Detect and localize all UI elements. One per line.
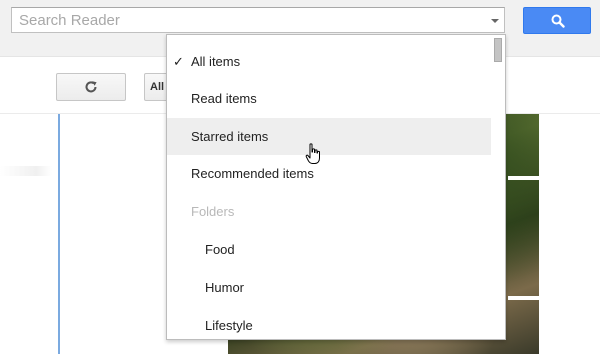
- menu-item-folder-humor[interactable]: Humor: [167, 269, 492, 306]
- scrollbar-thumb[interactable]: [494, 38, 502, 62]
- menu-item-folder-food[interactable]: Food: [167, 231, 492, 268]
- magnifier-icon: [551, 14, 565, 28]
- nav-shadow: [0, 166, 52, 176]
- menu-item-label: Lifestyle: [205, 318, 253, 333]
- menu-item-label: Read items: [191, 91, 257, 106]
- menu-item-label: Recommended items: [191, 166, 314, 181]
- dropdown-scrollbar[interactable]: [491, 35, 505, 339]
- search-input[interactable]: [12, 8, 482, 32]
- refresh-button[interactable]: [56, 73, 126, 101]
- image-separator: [508, 296, 539, 300]
- refresh-icon: [85, 81, 97, 93]
- search-scope-dropdown: ✓ All items Read items Starred items Rec…: [166, 34, 506, 340]
- folders-header: Folders: [167, 193, 492, 230]
- menu-item-all-items[interactable]: ✓ All items: [167, 43, 492, 80]
- menu-item-folder-lifestyle[interactable]: Lifestyle: [167, 307, 492, 339]
- search-button[interactable]: [523, 7, 591, 34]
- reader-page: All ✓ All items Read items Starred items…: [0, 0, 600, 354]
- menu-item-label: Humor: [205, 280, 245, 295]
- menu-item-starred-items[interactable]: Starred items: [167, 118, 492, 155]
- menu-item-label: Food: [205, 242, 235, 257]
- image-separator: [508, 176, 539, 180]
- search-box[interactable]: [11, 7, 505, 33]
- menu-item-label: Starred items: [191, 129, 269, 144]
- menu-item-label: All items: [191, 54, 241, 69]
- checkmark-icon: ✓: [173, 54, 184, 69]
- caret-down-icon[interactable]: [491, 19, 499, 23]
- nav-divider: [58, 114, 60, 354]
- menu-item-read-items[interactable]: Read items: [167, 80, 492, 117]
- hand-pointer-icon: [305, 143, 320, 164]
- menu-item-recommended-items[interactable]: Recommended items: [167, 155, 492, 192]
- folders-header-label: Folders: [191, 204, 235, 219]
